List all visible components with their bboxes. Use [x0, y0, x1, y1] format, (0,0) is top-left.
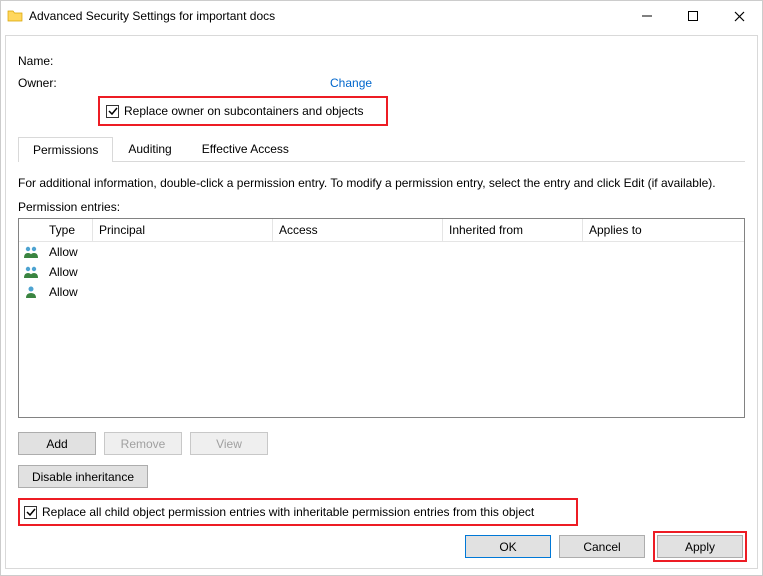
cell-type: Allow [43, 283, 93, 301]
cancel-button[interactable]: Cancel [559, 535, 645, 558]
permissions-table: Type Principal Access Inherited from App… [18, 218, 745, 418]
replace-owner-highlight: Replace owner on subcontainers and objec… [98, 96, 388, 126]
col-applies[interactable]: Applies to [583, 219, 744, 241]
replace-child-label: Replace all child object permission entr… [42, 505, 534, 519]
table-row[interactable]: Allow [19, 282, 744, 302]
col-type[interactable]: Type [43, 219, 93, 241]
tabstrip: Permissions Auditing Effective Access [18, 136, 745, 162]
cell-type: Allow [43, 243, 93, 261]
replace-child-highlight: Replace all child object permission entr… [18, 498, 578, 526]
ok-button[interactable]: OK [465, 535, 551, 558]
add-button[interactable]: Add [18, 432, 96, 455]
table-row[interactable]: Allow [19, 242, 744, 262]
titlebar: Advanced Security Settings for important… [1, 1, 762, 31]
view-button: View [190, 432, 268, 455]
dialog-buttons: OK Cancel Apply [465, 531, 747, 562]
col-inherited[interactable]: Inherited from [443, 219, 583, 241]
content-panel: Name: Owner: Change Replace owner on sub… [5, 35, 758, 569]
group-icon [19, 243, 43, 261]
tab-auditing[interactable]: Auditing [113, 136, 186, 161]
table-row[interactable]: Allow [19, 262, 744, 282]
replace-owner-checkbox[interactable] [106, 105, 119, 118]
apply-button[interactable]: Apply [657, 535, 743, 558]
change-owner-link[interactable]: Change [330, 76, 372, 90]
table-header: Type Principal Access Inherited from App… [19, 219, 744, 242]
tab-effective-access[interactable]: Effective Access [187, 136, 304, 161]
info-text: For additional information, double-click… [18, 176, 745, 190]
close-button[interactable] [716, 1, 762, 31]
group-icon [19, 263, 43, 281]
disable-inheritance-button[interactable]: Disable inheritance [18, 465, 148, 488]
col-icon [19, 219, 43, 241]
remove-button: Remove [104, 432, 182, 455]
cell-type: Allow [43, 263, 93, 281]
name-row: Name: [18, 54, 745, 68]
entry-buttons: Add Remove View [18, 432, 745, 455]
owner-label: Owner: [18, 76, 90, 90]
maximize-button[interactable] [670, 1, 716, 31]
window-title: Advanced Security Settings for important… [29, 9, 624, 23]
tab-permissions[interactable]: Permissions [18, 137, 113, 162]
owner-row: Owner: Change [18, 76, 745, 90]
inheritance-buttons: Disable inheritance [18, 465, 745, 488]
col-access[interactable]: Access [273, 219, 443, 241]
window-controls [624, 1, 762, 31]
minimize-button[interactable] [624, 1, 670, 31]
replace-owner-label: Replace owner on subcontainers and objec… [124, 104, 363, 118]
folder-icon [7, 8, 23, 24]
permission-entries-label: Permission entries: [18, 200, 745, 214]
user-icon [19, 283, 43, 301]
replace-child-checkbox[interactable] [24, 506, 37, 519]
name-label: Name: [18, 54, 90, 68]
apply-highlight: Apply [653, 531, 747, 562]
col-principal[interactable]: Principal [93, 219, 273, 241]
